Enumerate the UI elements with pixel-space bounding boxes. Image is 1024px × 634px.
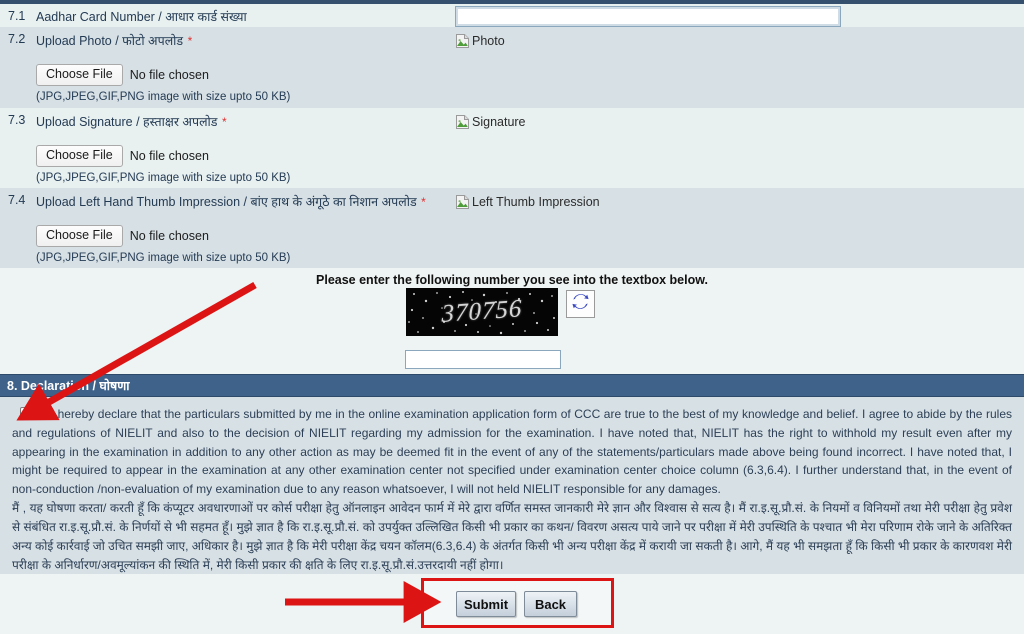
file-format-hint: (JPG,JPEG,GIF,PNG image with size upto 5… [36,252,291,264]
declaration-required-asterisk: * [36,409,41,421]
submit-button[interactable]: Submit [456,591,516,617]
required-asterisk: * [187,34,193,48]
no-file-chosen-label: No file chosen [129,68,209,82]
choose-file-button[interactable]: Choose File [36,225,123,247]
choose-file-button[interactable]: Choose File [36,145,123,167]
row-number: 7.4 [8,193,26,207]
refresh-icon [571,292,590,316]
signature-placeholder: Signature [455,114,526,130]
captcha-instruction: Please enter the following number you se… [316,273,708,287]
broken-image-icon [455,194,471,210]
declaration-checkbox[interactable] [20,407,33,420]
row-number: 7.2 [8,32,26,46]
back-button[interactable]: Back [524,591,577,617]
photo-placeholder: Photo [455,33,505,49]
required-asterisk: * [221,115,227,129]
declaration-english-body: I , hereby declare that the particulars … [12,407,1012,496]
thumb-impression-placeholder: Left Thumb Impression [455,194,600,210]
placeholder-alt-text: Photo [472,33,505,48]
row-label: Upload Photo / फोटो अपलोड [36,34,184,48]
declaration-text-english: * I , hereby declare that the particular… [12,405,1012,498]
application-form-page: 7.1 Aadhar Card Number / आधार कार्ड संख्… [0,0,1024,634]
declaration-body: * I , hereby declare that the particular… [0,397,1024,574]
captcha-input[interactable] [405,350,561,369]
captcha-image: 370756 [406,288,558,336]
broken-image-icon [455,33,471,49]
upload-section-table: 7.1 Aadhar Card Number / आधार कार्ड संख्… [0,4,1024,268]
row-label: Aadhar Card Number / आधार कार्ड संख्या [36,10,247,24]
aadhar-card-number-input[interactable] [455,6,841,27]
table-row: 7.1 Aadhar Card Number / आधार कार्ड संख्… [0,4,1024,27]
row-number: 7.3 [8,113,26,127]
required-asterisk: * [421,195,426,209]
file-format-hint: (JPG,JPEG,GIF,PNG image with size upto 5… [36,91,291,103]
row-label: Upload Left Hand Thumb Impression / बांए… [36,195,417,209]
table-row: 7.3 Upload Signature / हस्ताक्षर अपलोड *… [0,108,1024,188]
file-format-hint: (JPG,JPEG,GIF,PNG image with size upto 5… [36,172,291,184]
buttons-highlight-box: Submit Back [421,578,614,628]
row-number: 7.1 [8,9,26,23]
captcha-refresh-button[interactable] [566,290,595,318]
captcha-code-text: 370756 [441,295,523,328]
row-label: Upload Signature / हस्ताक्षर अपलोड [36,115,218,129]
no-file-chosen-label: No file chosen [129,149,209,163]
broken-image-icon [455,114,471,130]
choose-file-button[interactable]: Choose File [36,64,123,86]
table-row: 7.4 Upload Left Hand Thumb Impression / … [0,188,1024,268]
declaration-section-header: 8. Declaration / घोषणा [0,374,1024,397]
table-row: 7.2 Upload Photo / फोटो अपलोड * Choose F… [0,27,1024,108]
placeholder-alt-text: Left Thumb Impression [472,194,600,209]
placeholder-alt-text: Signature [472,114,526,129]
declaration-text-hindi: मैं , यह घोषणा करता/ करती हूँ कि कंप्यूट… [12,501,1012,573]
no-file-chosen-label: No file chosen [129,229,209,243]
